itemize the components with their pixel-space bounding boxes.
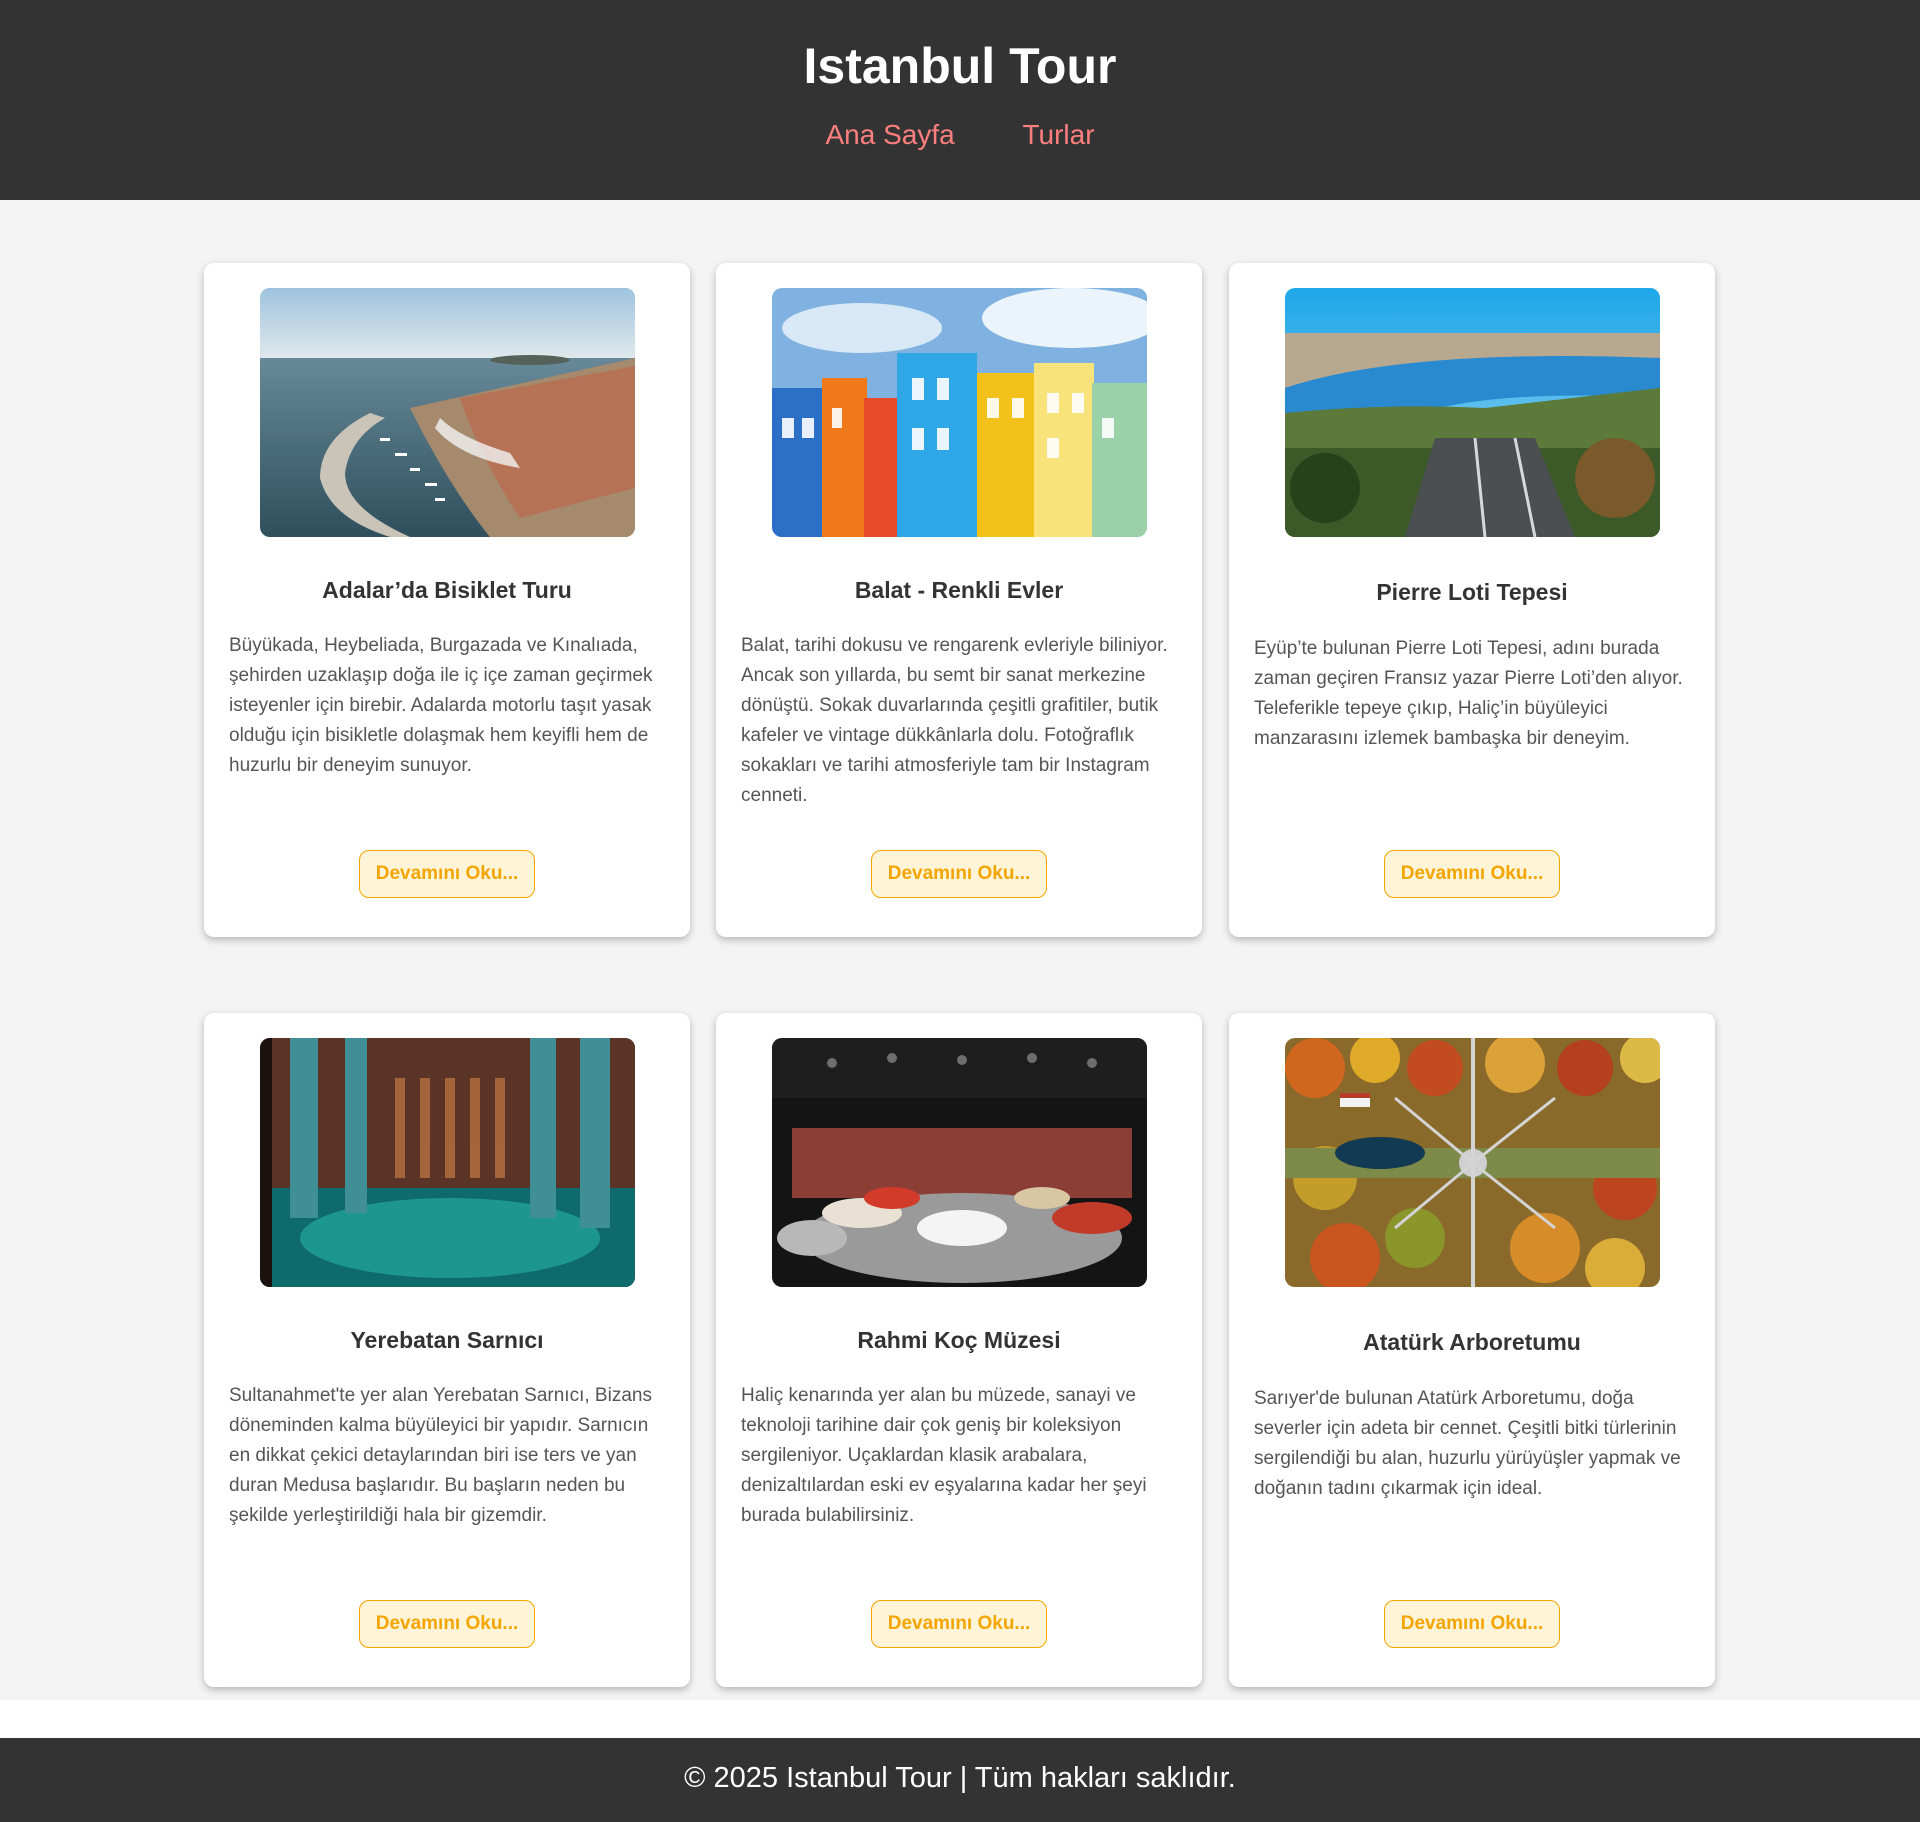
tour-title: Yerebatan Sarnıcı [350,1327,544,1353]
golden-horn-cable-car-photo [1285,288,1660,537]
colorful-houses-photo [772,288,1147,537]
read-more-button[interactable]: Devamını Oku... [359,1600,535,1648]
site-title: Istanbul Tour [803,38,1117,94]
tour-title: Pierre Loti Tepesi [1376,579,1568,605]
tour-title: Rahmi Koç Müzesi [857,1327,1061,1353]
tour-title: Balat - Renkli Evler [854,577,1064,603]
read-more-button[interactable]: Devamını Oku... [871,850,1047,898]
tour-card-pierre-loti: Pierre Loti Tepesi Eyüp’te bulunan Pierr… [1229,263,1715,937]
read-more-button[interactable]: Devamını Oku... [1384,850,1560,898]
tour-card-balat: Balat - Renkli Evler Balat, tarihi dokus… [716,263,1202,937]
read-more-button[interactable]: Devamını Oku... [359,850,535,898]
read-more-button[interactable]: Devamını Oku... [1384,1600,1560,1648]
cistern-columns-photo [260,1038,635,1287]
tour-description: Balat, tarihi dokusu ve rengarenk evleri… [741,635,1168,806]
island-harbor-aerial-photo [260,288,635,537]
read-more-button[interactable]: Devamını Oku... [871,1600,1047,1648]
nav-link-tours[interactable]: Turlar [1022,119,1094,150]
main-nav: Ana Sayfa Turlar [0,118,1920,152]
nav-link-home[interactable]: Ana Sayfa [825,119,954,150]
site-footer: © 2025 Istanbul Tour | Tüm hakları saklı… [0,1738,1920,1822]
autumn-arboretum-aerial-photo [1285,1038,1660,1287]
tour-grid: Adalar’da Bisiklet Turu Büyükada, Heybel… [0,200,1920,1700]
tour-card-ataturk-arboretumu: Atatürk Arboretumu Sarıyer'de bulunan At… [1229,1013,1715,1687]
site-header: Istanbul Tour Ana Sayfa Turlar [0,0,1920,200]
tour-description: Haliç kenarında yer alan bu müzede, sana… [741,1385,1147,1526]
tour-description: Sultanahmet'te yer alan Yerebatan Sarnıc… [229,1385,652,1526]
tour-title: Atatürk Arboretumu [1363,1329,1581,1355]
museum-classic-cars-photo [772,1038,1147,1287]
tour-description: Eyüp’te bulunan Pierre Loti Tepesi, adın… [1254,638,1683,749]
tour-card-yerebatan: Yerebatan Sarnıcı Sultanahmet'te yer ala… [204,1013,690,1687]
tour-title: Adalar’da Bisiklet Turu [322,577,572,603]
copyright-text: © 2025 Istanbul Tour | Tüm hakları saklı… [684,1762,1236,1794]
tour-description: Sarıyer'de bulunan Atatürk Arboretumu, d… [1254,1388,1681,1499]
tour-card-rahmi-koc: Rahmi Koç Müzesi Haliç kenarında yer ala… [716,1013,1202,1687]
tour-card-adalar: Adalar’da Bisiklet Turu Büyükada, Heybel… [204,263,690,937]
tour-description: Büyükada, Heybeliada, Burgazada ve Kınal… [229,635,653,776]
